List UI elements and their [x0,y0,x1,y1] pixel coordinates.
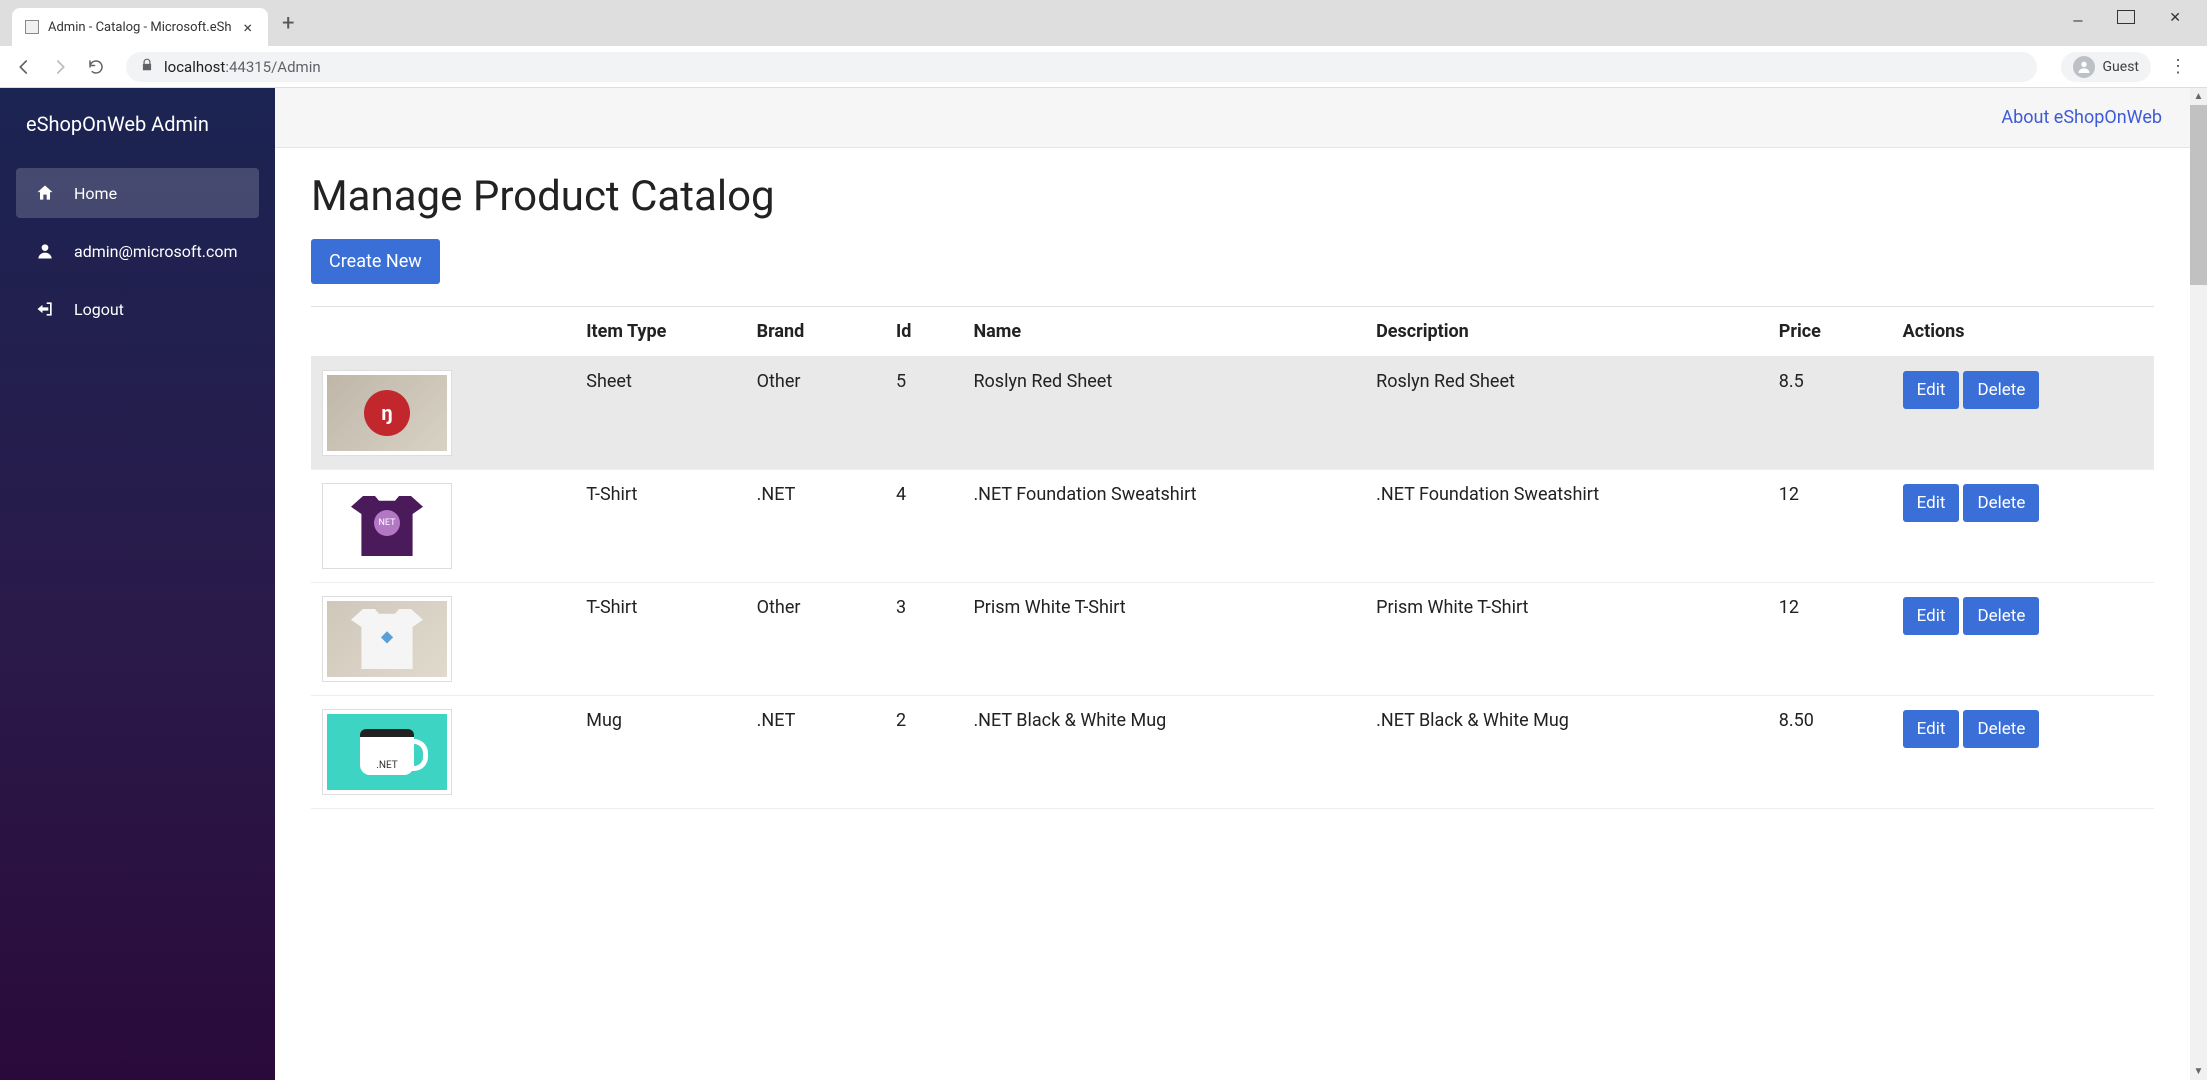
sidebar-item-label: Logout [74,300,124,319]
th-description: Description [1364,307,1767,357]
lock-icon [140,58,154,75]
window-controls: — ✕ [2064,0,2207,34]
user-icon [34,240,56,262]
scrollbar-up-icon[interactable]: ▲ [2190,88,2207,105]
edit-button[interactable]: Edit [1903,484,1960,522]
app-viewport: eShopOnWeb Admin Home admin@microsoft.co… [0,88,2207,1080]
cell-description: .NET Black & White Mug [1364,696,1767,809]
scrollbar[interactable]: ▲ ▼ [2190,88,2207,1080]
product-thumbnail: ŋ [323,371,451,455]
sidebar: eShopOnWeb Admin Home admin@microsoft.co… [0,88,275,1080]
sidebar-item-logout[interactable]: Logout [16,284,259,334]
cell-actions: EditDelete [1891,357,2154,470]
content: Manage Product Catalog Create New Item T… [275,148,2190,833]
cell-price: 8.50 [1767,696,1891,809]
logout-icon [34,298,56,320]
cell-name: .NET Black & White Mug [961,696,1364,809]
cell-id: 4 [884,470,961,583]
table-row: T-Shirt.NET4.NET Foundation Sweatshirt.N… [311,470,2154,583]
cell-price: 8.5 [1767,357,1891,470]
cell-name: .NET Foundation Sweatshirt [961,470,1364,583]
main: About eShopOnWeb Manage Product Catalog … [275,88,2190,1080]
profile-label: Guest [2103,59,2139,75]
cell-name: Roslyn Red Sheet [961,357,1364,470]
catalog-table: Item Type Brand Id Name Description Pric… [311,306,2154,809]
profile-chip[interactable]: Guest [2061,52,2151,82]
cell-brand: .NET [745,696,884,809]
edit-button[interactable]: Edit [1903,597,1960,635]
cell-actions: EditDelete [1891,696,2154,809]
cell-brand: .NET [745,470,884,583]
product-thumbnail [323,597,451,681]
about-link[interactable]: About eShopOnWeb [2001,107,2162,128]
cell-item-type: T-Shirt [574,470,744,583]
th-actions: Actions [1891,307,2154,357]
th-name: Name [961,307,1364,357]
delete-button[interactable]: Delete [1963,710,2039,748]
create-new-button[interactable]: Create New [311,239,440,284]
brand-title: eShopOnWeb Admin [0,88,275,160]
table-row: Mug.NET2.NET Black & White Mug.NET Black… [311,696,2154,809]
delete-button[interactable]: Delete [1963,597,2039,635]
th-item-type: Item Type [574,307,744,357]
close-tab-icon[interactable]: × [239,18,256,37]
cell-actions: EditDelete [1891,583,2154,696]
tab-favicon-icon [24,19,40,35]
sidebar-item-label: Home [74,184,117,203]
sidebar-nav: Home admin@microsoft.com Logout [0,160,275,342]
tab-strip: Admin - Catalog - Microsoft.eSh × + [0,0,309,46]
sidebar-item-label: admin@microsoft.com [74,242,237,261]
home-icon [34,182,56,204]
sidebar-item-user[interactable]: admin@microsoft.com [16,226,259,276]
cell-id: 5 [884,357,961,470]
delete-button[interactable]: Delete [1963,371,2039,409]
cell-id: 3 [884,583,961,696]
back-button[interactable] [10,53,38,81]
cell-item-type: T-Shirt [574,583,744,696]
cell-brand: Other [745,357,884,470]
product-thumbnail [323,710,451,794]
forward-button[interactable] [46,53,74,81]
edit-button[interactable]: Edit [1903,371,1960,409]
window-close-button[interactable]: ✕ [2161,4,2189,32]
sidebar-item-home[interactable]: Home [16,168,259,218]
tab-title: Admin - Catalog - Microsoft.eSh [48,20,231,35]
table-row: T-ShirtOther3Prism White T-ShirtPrism Wh… [311,583,2154,696]
reload-button[interactable] [82,53,110,81]
cell-item-type: Sheet [574,357,744,470]
new-tab-button[interactable]: + [268,11,308,36]
topbar: About eShopOnWeb [275,88,2190,148]
th-id: Id [884,307,961,357]
page-title: Manage Product Catalog [311,172,2154,221]
cell-description: .NET Foundation Sweatshirt [1364,470,1767,583]
window-maximize-button[interactable] [2109,4,2143,34]
address-bar[interactable]: localhost:44315/Admin [126,52,2037,82]
window-titlebar: Admin - Catalog - Microsoft.eSh × + — ✕ [0,0,2207,46]
cell-brand: Other [745,583,884,696]
window-minimize-button[interactable]: — [2064,8,2091,36]
table-header-row: Item Type Brand Id Name Description Pric… [311,307,2154,357]
th-brand: Brand [745,307,884,357]
cell-id: 2 [884,696,961,809]
th-price: Price [1767,307,1891,357]
cell-price: 12 [1767,583,1891,696]
cell-name: Prism White T-Shirt [961,583,1364,696]
th-thumbnail [311,307,574,357]
edit-button[interactable]: Edit [1903,710,1960,748]
cell-item-type: Mug [574,696,744,809]
browser-menu-button[interactable]: ⋮ [2159,56,2197,77]
delete-button[interactable]: Delete [1963,484,2039,522]
browser-toolbar: localhost:44315/Admin Guest ⋮ [0,46,2207,88]
scrollbar-down-icon[interactable]: ▼ [2190,1063,2207,1080]
scrollbar-thumb[interactable] [2190,105,2207,285]
cell-description: Roslyn Red Sheet [1364,357,1767,470]
cell-price: 12 [1767,470,1891,583]
profile-avatar-icon [2073,56,2095,78]
table-row: ŋSheetOther5Roslyn Red SheetRoslyn Red S… [311,357,2154,470]
cell-description: Prism White T-Shirt [1364,583,1767,696]
browser-tab[interactable]: Admin - Catalog - Microsoft.eSh × [12,8,268,46]
cell-actions: EditDelete [1891,470,2154,583]
url-text: localhost:44315/Admin [164,58,321,76]
product-thumbnail [323,484,451,568]
